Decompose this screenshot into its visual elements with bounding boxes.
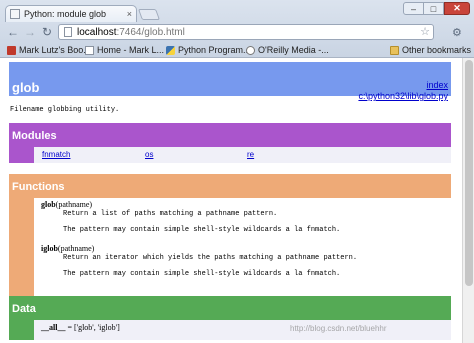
bookmark-label: Home - Mark L...	[97, 45, 165, 55]
module-link-fnmatch[interactable]: fnmatch	[42, 150, 70, 159]
data-heading-label: Data	[12, 303, 36, 315]
python-favicon-icon	[166, 45, 175, 55]
watermark: http://blog.csdn.net/bluehhr	[290, 324, 387, 333]
url-path: :7464/glob.html	[116, 26, 185, 38]
oreilly-favicon-icon	[246, 45, 255, 55]
bookmark-label: Mark Lutz's Boo...	[19, 45, 91, 55]
page-favicon-icon	[10, 9, 20, 19]
function-name: iglob	[41, 244, 58, 253]
modules-side-strip	[9, 147, 34, 163]
forward-arrow-icon[interactable]: →	[23, 25, 37, 39]
modules-heading-label: Modules	[12, 130, 57, 142]
data-name: __all__	[41, 323, 66, 332]
function-doc-line: Return a list of paths matching a pathna…	[63, 210, 278, 218]
other-bookmarks[interactable]: Other bookmarks	[390, 44, 471, 56]
data-entry: __all__ = ['glob', 'iglob']	[41, 323, 120, 332]
close-window-button[interactable]: ✕	[444, 2, 470, 15]
page-content: glob index c:\python32\lib\glob.py Filen…	[0, 58, 462, 343]
maximize-button[interactable]: □	[424, 2, 444, 15]
bookmarks-bar: Mark Lutz's Boo... Home - Mark L... Pyth…	[0, 42, 474, 96]
folder-icon	[390, 45, 399, 55]
page-title: glob	[12, 80, 40, 95]
source-file-link[interactable]: c:\python32\lib\glob.py	[358, 91, 448, 102]
bookmark-item[interactable]: Mark Lutz's Boo...	[7, 44, 91, 56]
functions-heading-label: Functions	[12, 181, 65, 193]
new-tab-button[interactable]	[137, 9, 161, 20]
star-icon[interactable]: ☆	[420, 25, 430, 38]
function-args: (pathname)	[57, 244, 95, 253]
modules-section-body: fnmatch os re	[9, 147, 451, 163]
function-signature-iglob: iglob(pathname)	[41, 244, 94, 253]
wrench-icon[interactable]: ⚙	[452, 26, 462, 39]
module-link-os[interactable]: os	[145, 150, 153, 159]
heading-links: index c:\python32\lib\glob.py	[358, 80, 448, 102]
data-side-strip	[9, 320, 34, 340]
function-doc-line: The pattern may contain simple shell-sty…	[63, 226, 341, 234]
functions-section-body: glob(pathname) Return a list of paths ma…	[9, 198, 451, 300]
scrollbar-thumb[interactable]	[465, 60, 473, 286]
reload-icon[interactable]: ↻	[40, 25, 54, 39]
back-arrow-icon[interactable]: ←	[6, 25, 20, 39]
page-favicon-icon	[85, 45, 94, 55]
function-args: (pathname)	[55, 200, 93, 209]
index-link[interactable]: index	[358, 80, 448, 91]
modules-section-heading: Modules	[9, 123, 451, 147]
data-value: = ['glob', 'iglob']	[65, 323, 120, 332]
function-doc-line: The pattern may contain simple shell-sty…	[63, 270, 341, 278]
minimize-button[interactable]: –	[403, 2, 424, 15]
bookmark-item[interactable]: Home - Mark L...	[85, 44, 164, 56]
data-section-heading: Data	[9, 296, 451, 320]
browser-tab[interactable]: Python: module glob ×	[5, 5, 137, 22]
function-name: glob	[41, 200, 56, 209]
browser-chrome: Python: module glob × – □ ✕ ← → ↻ localh…	[0, 0, 474, 96]
function-signature-glob: glob(pathname)	[41, 200, 92, 209]
bookmark-item[interactable]: O'Reilly Media -...	[246, 44, 329, 56]
tab-strip: Python: module glob × – □ ✕	[0, 0, 474, 22]
tab-title: Python: module glob	[24, 9, 107, 19]
url-host: localhost	[77, 26, 117, 38]
browser-toolbar: ← → ↻ localhost :7464/glob.html ☆ ⚙	[0, 22, 474, 42]
bookmark-label: O'Reilly Media -...	[258, 45, 329, 55]
functions-section-heading: Functions	[9, 174, 451, 198]
bookmark-label: Python Program...	[178, 45, 251, 55]
bookmark-item[interactable]: Python Program...	[166, 44, 251, 56]
tab-close-icon[interactable]: ×	[127, 9, 132, 19]
module-docstring: Filename globbing utility.	[10, 106, 120, 114]
module-heading: glob index c:\python32\lib\glob.py	[9, 62, 451, 101]
address-bar[interactable]: localhost :7464/glob.html ☆	[58, 24, 434, 40]
functions-side-strip	[9, 198, 34, 300]
page-icon	[64, 27, 72, 37]
module-link-re[interactable]: re	[247, 150, 254, 159]
bookmark-favicon-icon	[7, 45, 16, 55]
function-doc-line: Return an iterator which yields the path…	[63, 254, 358, 262]
vertical-scrollbar[interactable]	[462, 58, 474, 343]
other-bookmarks-label: Other bookmarks	[402, 45, 472, 55]
